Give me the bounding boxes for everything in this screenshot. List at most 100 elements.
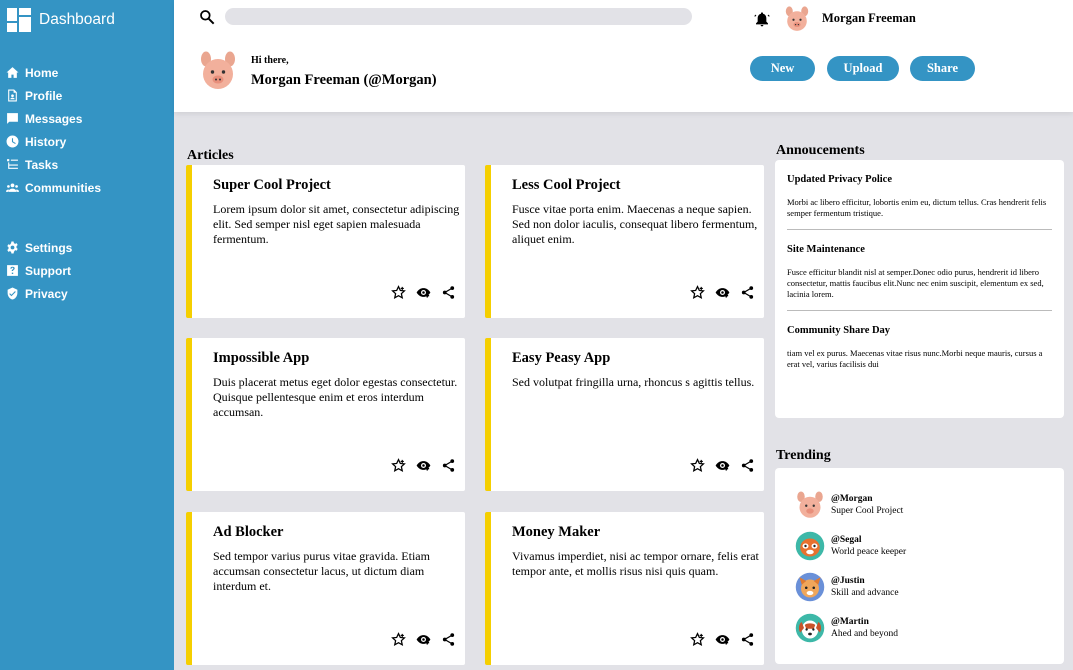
- share-icon[interactable]: [739, 457, 756, 474]
- watch-icon[interactable]: [714, 284, 731, 301]
- home-icon: [6, 67, 19, 78]
- announcement-text: Fusce efficitur blandit nisl at semper.D…: [787, 267, 1044, 299]
- announcements-panel: Updated Privacy Police Morbi ac libero e…: [775, 160, 1064, 418]
- announcement-text: Morbi ac libero efficitur, lobortis enim…: [787, 197, 1047, 218]
- trending-item[interactable]: @Justin Skill and advance: [795, 572, 899, 602]
- watch-icon[interactable]: [714, 457, 731, 474]
- favorite-icon[interactable]: [689, 457, 706, 474]
- sidebar-item-label: Privacy: [25, 286, 68, 301]
- sidebar-item-profile[interactable]: Profile: [0, 84, 174, 107]
- article-body: Sed volutpat fringilla urna, rhoncus s a…: [512, 375, 755, 389]
- sidebar-item-label: Messages: [25, 111, 83, 126]
- article-title: Money Maker: [512, 524, 601, 540]
- watch-icon[interactable]: [714, 631, 731, 648]
- new-button[interactable]: New: [750, 56, 815, 81]
- article-body: Lorem ipsum dolor sit amet, consectetur …: [213, 202, 460, 246]
- article-card[interactable]: Super Cool Project Lorem ipsum dolor sit …: [186, 165, 465, 318]
- sidebar-item-label: Profile: [25, 88, 63, 103]
- article-body: Vivamus imperdiet, nisi ac tempor ornare…: [512, 549, 759, 578]
- article-body: Fusce vitae porta enim. Maecenas a neque…: [512, 202, 758, 246]
- article-body: Duis placerat metus eget dolor egestas c…: [213, 375, 458, 419]
- announcement-text: tiam vel ex purus. Maecenas vitae risus …: [787, 348, 1043, 369]
- article-body: Sed tempor varius purus vitae gravida. E…: [213, 549, 430, 593]
- trending-handle: @Morgan: [831, 493, 873, 504]
- communities-icon: [6, 183, 19, 192]
- sidebar-item-settings[interactable]: Settings: [0, 236, 174, 259]
- article-actions: [689, 631, 756, 648]
- trending-handle: @Martin: [831, 616, 869, 627]
- article-title: Ad Blocker: [213, 524, 284, 540]
- articles-title: Articles: [187, 148, 234, 163]
- favorite-icon[interactable]: [390, 284, 407, 301]
- sidebar-item-communities[interactable]: Communities: [0, 176, 174, 199]
- trending-item[interactable]: @Morgan Super Cool Project: [795, 490, 903, 520]
- dashboard-logo-icon: [7, 8, 31, 32]
- trending-handle: @Segal: [831, 534, 862, 545]
- share-icon[interactable]: [440, 284, 457, 301]
- article-title: Easy Peasy App: [512, 350, 611, 366]
- article-card[interactable]: Ad Blocker Sed tempor varius purus vitae …: [186, 512, 465, 665]
- trending-panel: @Morgan Super Cool Project @Segal World …: [775, 468, 1064, 664]
- sidebar-item-label: Home: [25, 65, 59, 80]
- share-icon[interactable]: [440, 457, 457, 474]
- avatar: [795, 613, 825, 643]
- announcements-title: Annoucements: [776, 143, 865, 158]
- share-icon[interactable]: [440, 631, 457, 648]
- announcement-item[interactable]: Site Maintenance Fusce efficitur blandit…: [787, 230, 1052, 311]
- trending-desc: Ahed and beyond: [831, 628, 899, 639]
- announcement-item[interactable]: Updated Privacy Police Morbi ac libero e…: [787, 160, 1052, 230]
- sidebar-item-label: Tasks: [25, 157, 59, 172]
- bell-icon[interactable]: [754, 11, 770, 27]
- sidebar-item-privacy[interactable]: Privacy: [0, 282, 174, 305]
- settings-icon: [7, 241, 18, 254]
- avatar: [795, 572, 825, 602]
- article-card[interactable]: Less Cool Project Fusce vitae porta enim.…: [485, 165, 764, 318]
- messages-icon: [7, 113, 18, 124]
- trending-desc: Super Cool Project: [831, 505, 904, 516]
- trending-item[interactable]: @Martin Ahed and beyond: [795, 613, 898, 643]
- trending-item[interactable]: @Segal World peace keeper: [795, 531, 906, 561]
- sidebar-nav-main: Home Profile Messages History Tasks Comm…: [0, 61, 174, 199]
- article-card[interactable]: Impossible App Duis placerat metus eget d…: [186, 338, 465, 491]
- watch-icon[interactable]: [415, 631, 432, 648]
- sidebar-item-home[interactable]: Home: [0, 61, 174, 84]
- sidebar: Dashboard Home Profile Messages History …: [0, 0, 174, 670]
- header-username[interactable]: Morgan Freeman: [822, 11, 916, 26]
- sidebar-item-label: Communities: [25, 180, 102, 195]
- sidebar-item-history[interactable]: History: [0, 130, 174, 153]
- article-card[interactable]: Easy Peasy App Sed volutpat fringilla urn…: [485, 338, 764, 491]
- trending-title: Trending: [776, 448, 831, 463]
- article-title: Less Cool Project: [512, 177, 621, 193]
- user-avatar[interactable]: [783, 5, 811, 33]
- share-icon[interactable]: [739, 284, 756, 301]
- watch-icon[interactable]: [415, 457, 432, 474]
- trending-desc: Skill and advance: [831, 587, 899, 598]
- watch-icon[interactable]: [415, 284, 432, 301]
- brand-title: Dashboard: [39, 11, 115, 28]
- sidebar-nav-secondary: Settings Support Privacy: [0, 236, 174, 305]
- profile-icon: [8, 89, 17, 102]
- sidebar-item-messages[interactable]: Messages: [0, 107, 174, 130]
- announcement-item[interactable]: Community Share Day tiam vel ex purus. M…: [787, 311, 1052, 380]
- favorite-icon[interactable]: [689, 284, 706, 301]
- sidebar-item-tasks[interactable]: Tasks: [0, 153, 174, 176]
- share-icon[interactable]: [739, 631, 756, 648]
- announcement-title: Updated Privacy Police: [787, 174, 892, 185]
- favorite-icon[interactable]: [390, 457, 407, 474]
- sidebar-item-label: Support: [25, 263, 71, 278]
- search-icon[interactable]: [199, 9, 215, 25]
- profile-avatar: [201, 51, 235, 89]
- tasks-icon: [7, 159, 18, 169]
- greeting-name: Morgan Freeman (@Morgan): [251, 72, 437, 88]
- avatar: [797, 491, 823, 518]
- brand[interactable]: Dashboard: [0, 0, 174, 34]
- favorite-icon[interactable]: [689, 631, 706, 648]
- article-title: Super Cool Project: [213, 177, 331, 193]
- avatar: [795, 531, 825, 561]
- favorite-icon[interactable]: [390, 631, 407, 648]
- article-card[interactable]: Money Maker Vivamus imperdiet, nisi ac te…: [485, 512, 764, 665]
- search-input[interactable]: [225, 8, 692, 25]
- share-button[interactable]: Share: [910, 56, 975, 81]
- upload-button[interactable]: Upload: [827, 56, 899, 81]
- sidebar-item-support[interactable]: Support: [0, 259, 174, 282]
